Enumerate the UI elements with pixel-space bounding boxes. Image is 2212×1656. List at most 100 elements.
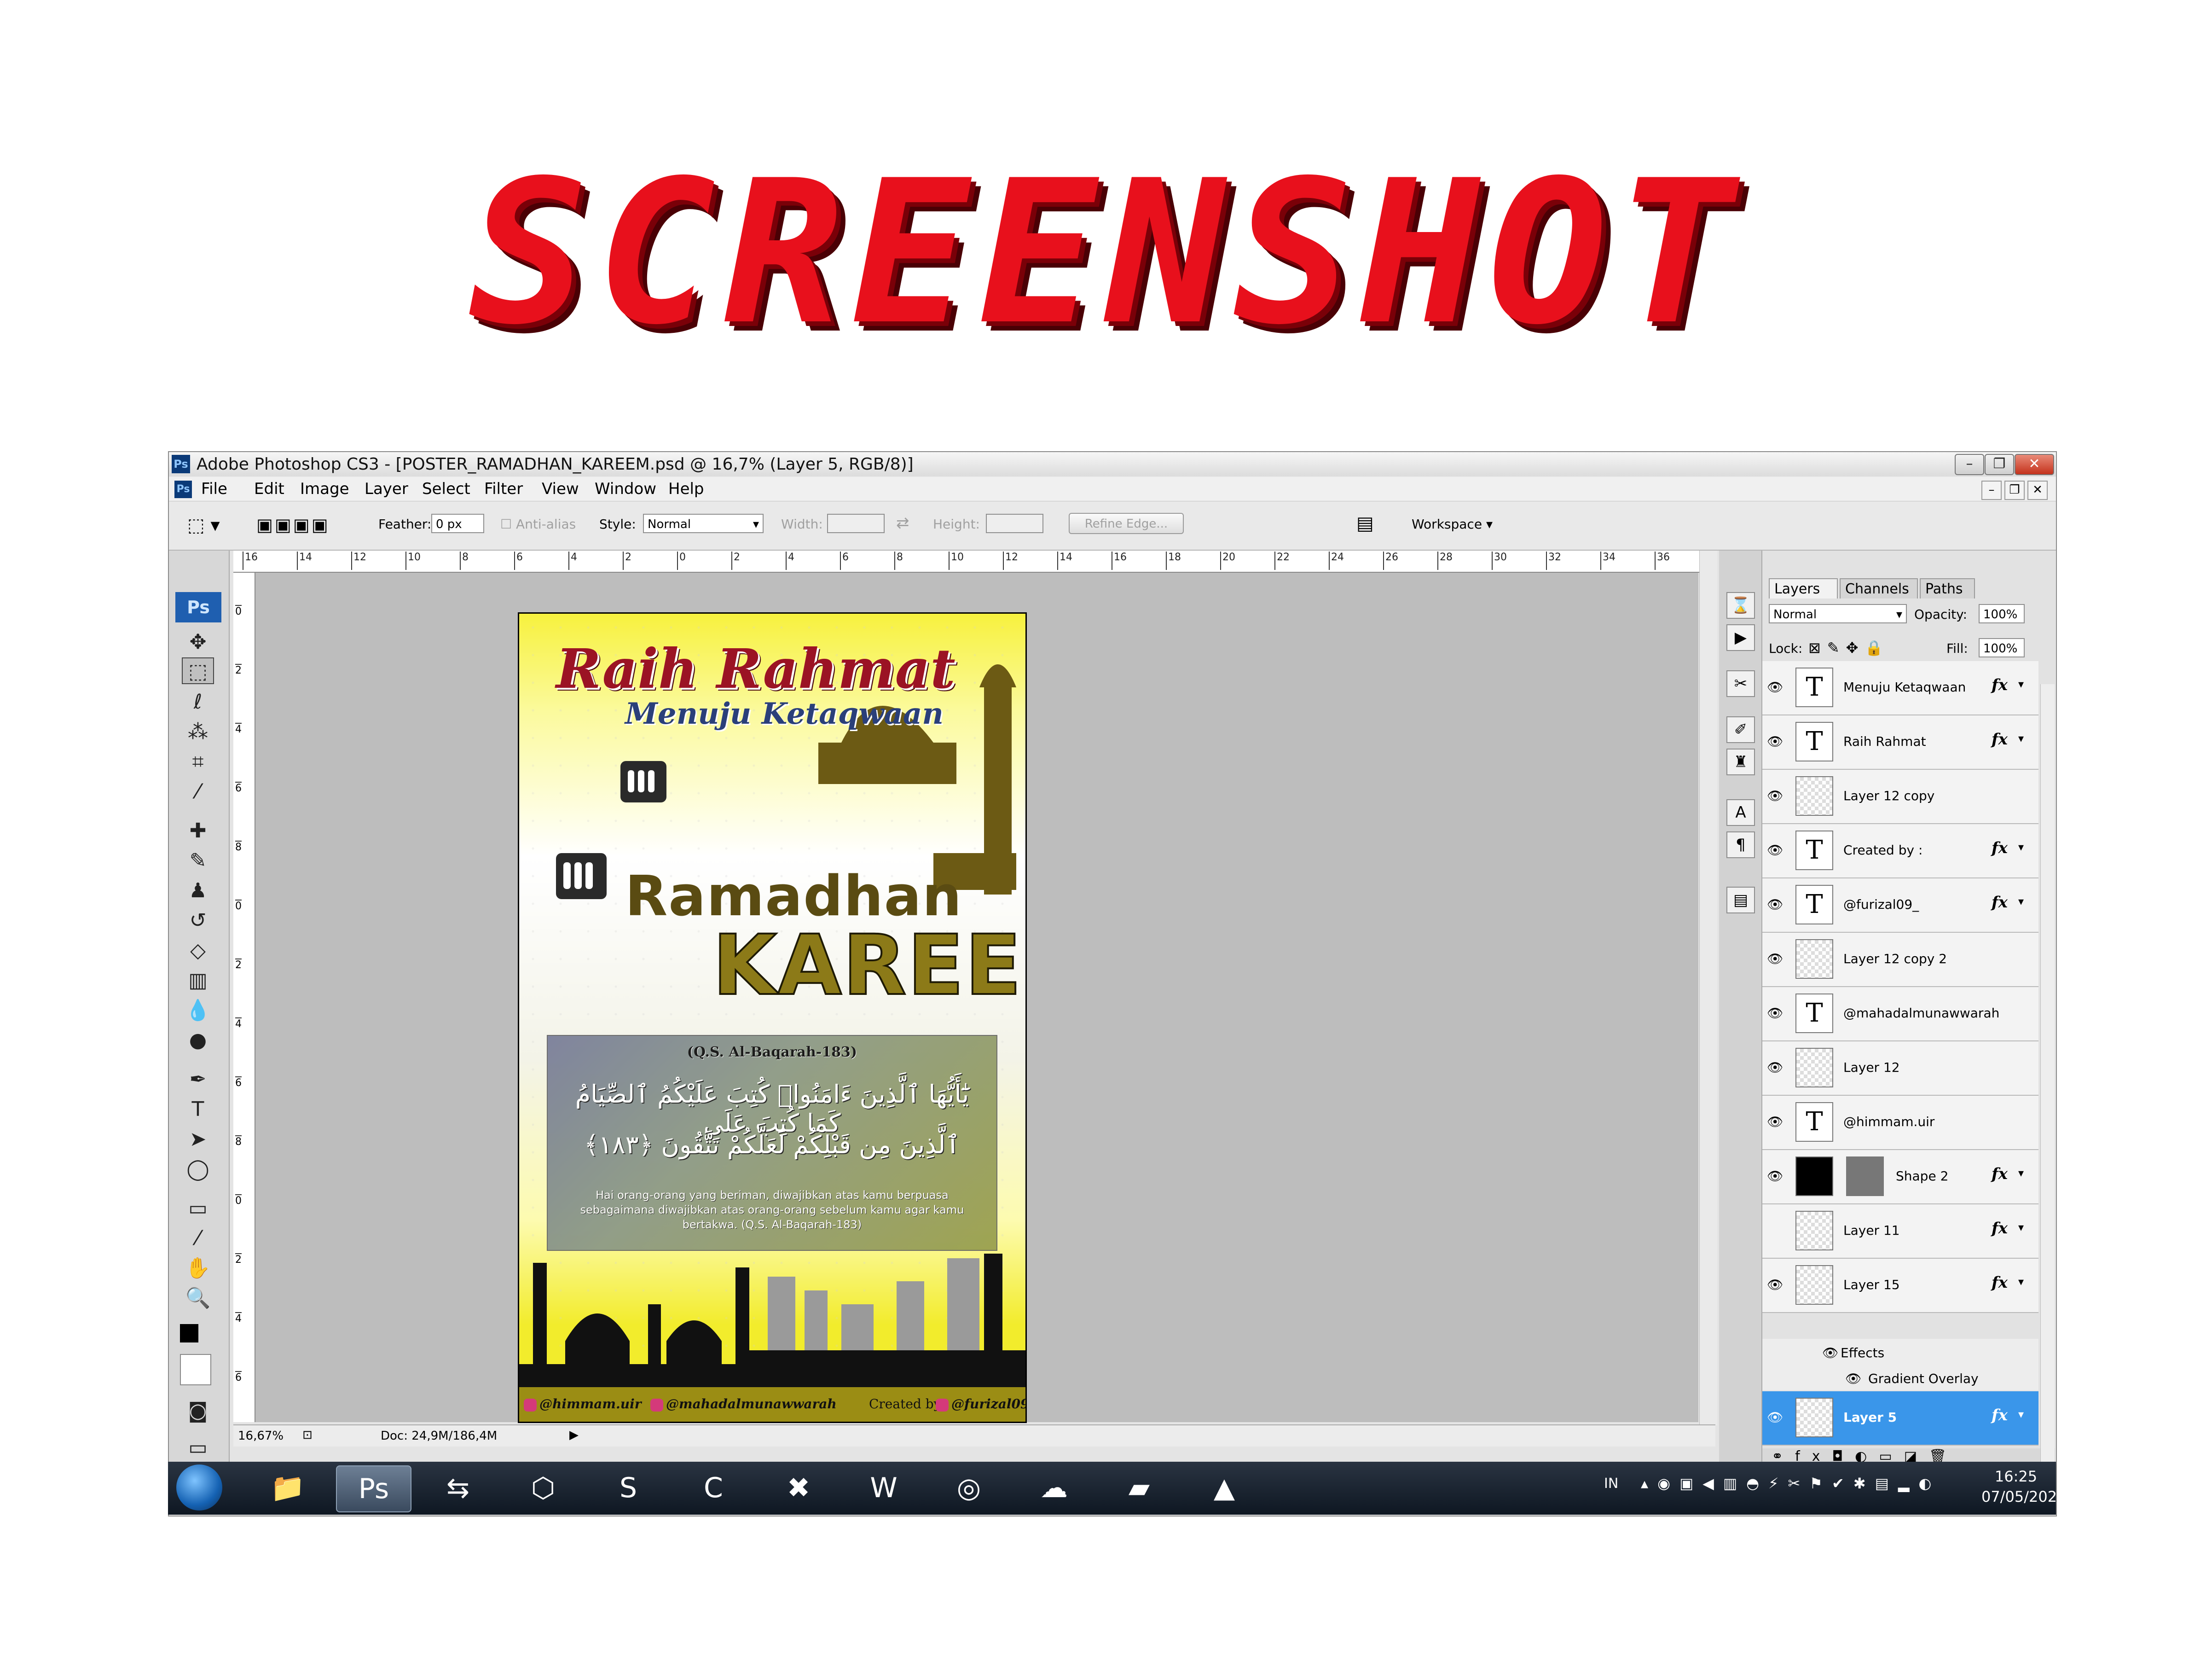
chevron-down-icon[interactable]: ▾	[2018, 1167, 2024, 1180]
clock[interactable]: 16:25 07/05/2020	[1981, 1466, 2066, 1507]
notes-tool-icon[interactable]: ▭	[182, 1195, 214, 1222]
layer-row[interactable]: 👁 T Menuju Ketaqwaan fx ▾	[1762, 661, 2038, 715]
actions-panel-icon[interactable]: ▶	[1726, 624, 1755, 651]
tab-layers[interactable]: Layers ✕	[1769, 578, 1838, 617]
menu-image[interactable]: Image	[300, 480, 349, 498]
sublime-icon[interactable]: S	[591, 1465, 665, 1511]
selection-mode-icons[interactable]: ▣▣▣▣	[256, 515, 330, 535]
brushes-panel-icon[interactable]: ✐	[1726, 716, 1755, 743]
fx-icon[interactable]: fx	[1992, 1406, 2008, 1424]
fx-icon[interactable]: fx	[1992, 893, 2008, 912]
ccleaner-icon[interactable]: C	[677, 1465, 750, 1511]
tab-channels[interactable]: Channels	[1840, 578, 1918, 598]
bridge-icon[interactable]: ▤	[1356, 513, 1374, 534]
file-explorer-icon[interactable]: 📁	[251, 1465, 324, 1511]
ellipse-tool-icon[interactable]: ◯	[182, 1156, 214, 1183]
teamviewer-icon[interactable]: ⇆	[421, 1465, 495, 1511]
word-icon[interactable]: W	[847, 1465, 921, 1511]
menu-view[interactable]: View	[542, 480, 579, 498]
chevron-down-icon[interactable]: ▾	[2018, 1221, 2024, 1234]
gradient-tool-icon[interactable]: ▥	[182, 967, 214, 994]
maximize-button[interactable]: ❐	[1985, 454, 2014, 475]
cloud-icon[interactable]: ☁	[1017, 1465, 1091, 1511]
visibility-toggle[interactable]	[1767, 1223, 1785, 1237]
eyedropper-icon[interactable]: ⁄	[182, 1225, 214, 1252]
eye-icon[interactable]: 👁	[1845, 1371, 1862, 1386]
eye-icon[interactable]: 👁	[1767, 843, 1785, 858]
workspace-menu[interactable]: Workspace ▾	[1412, 517, 1493, 532]
chevron-down-icon[interactable]: ▾	[2018, 1408, 2024, 1421]
effect-item-row[interactable]: 👁 Gradient Overlay	[1762, 1365, 2038, 1390]
folder-icon[interactable]: ▰	[1102, 1465, 1176, 1511]
move-tool-icon[interactable]: ✥	[182, 629, 214, 656]
history-brush-icon[interactable]: ↺	[182, 907, 214, 934]
menu-select[interactable]: Select	[422, 480, 470, 498]
eye-icon[interactable]: 👁	[1767, 897, 1785, 912]
start-button[interactable]	[176, 1464, 222, 1511]
layer-row[interactable]: 👁 T @mahadalmunawwarah	[1762, 987, 2038, 1041]
style-select[interactable]: Normal ▾	[643, 514, 764, 533]
screen-mode-icon[interactable]: ▭	[182, 1435, 214, 1461]
chevron-down-icon[interactable]: ▾	[2018, 678, 2024, 691]
tool-presets-icon[interactable]: ✂	[1726, 670, 1755, 697]
layer-row[interactable]: 👁 T @himmam.uir	[1762, 1096, 2038, 1150]
eye-icon[interactable]: 👁	[1767, 788, 1785, 803]
menu-layer[interactable]: Layer	[365, 480, 408, 498]
layer-comps-icon[interactable]: ▤	[1726, 887, 1755, 913]
photoshop-logo-icon[interactable]: Ps	[175, 592, 221, 622]
language-indicator[interactable]: IN	[1604, 1476, 1618, 1492]
chrome-icon[interactable]: ◎	[932, 1465, 1006, 1511]
zoom-tool-icon[interactable]: 🔍	[182, 1285, 214, 1312]
layer-row[interactable]: 👁 Layer 12 copy	[1762, 770, 2038, 824]
fx-icon[interactable]: fx	[1992, 676, 2008, 694]
lock-icons[interactable]: ⊠✎✥🔒	[1808, 639, 1889, 657]
pen-tool-icon[interactable]: ✒	[182, 1066, 214, 1093]
doc-restore-button[interactable]: ❐	[2004, 481, 2025, 500]
doc-close-button[interactable]: ✕	[2027, 481, 2048, 500]
swap-icon[interactable]: ⇄	[896, 514, 909, 532]
fx-icon[interactable]: fx	[1992, 730, 2008, 749]
quick-mask-icon[interactable]: ◙	[182, 1398, 214, 1424]
blur-tool-icon[interactable]: 💧	[182, 997, 214, 1024]
layer-row-selected[interactable]: 👁 Layer 5 fx ▾	[1762, 1391, 2038, 1446]
eye-icon[interactable]: 👁	[1767, 1060, 1785, 1075]
menu-help[interactable]: Help	[668, 480, 704, 498]
magic-wand-icon[interactable]: ⁂	[182, 719, 214, 745]
chevron-down-icon[interactable]: ▾	[2018, 1275, 2024, 1288]
eraser-tool-icon[interactable]: ◇	[182, 937, 214, 964]
opacity-input[interactable]: 100%	[1979, 604, 2025, 623]
width-input[interactable]	[827, 514, 885, 533]
fx-icon[interactable]: fx	[1992, 1219, 2008, 1238]
zoom-level[interactable]: 16,67%	[238, 1429, 284, 1443]
close-button[interactable]: ✕	[2015, 454, 2054, 475]
doc-minimize-button[interactable]: –	[1981, 481, 2002, 500]
layer-row[interactable]: 👁 Layer 12	[1762, 1041, 2038, 1096]
anti-alias-checkbox[interactable]: ☐ Anti-alias	[500, 517, 576, 532]
eye-icon[interactable]: 👁	[1767, 734, 1785, 749]
title-bar[interactable]: Ps Adobe Photoshop CS3 - [POSTER_RAMADHA…	[169, 452, 2056, 476]
tab-paths[interactable]: Paths	[1920, 578, 1975, 598]
blend-mode-select[interactable]: Normal ▾	[1769, 604, 1907, 623]
menu-filter[interactable]: Filter	[484, 480, 523, 498]
refine-edge-button[interactable]: Refine Edge...	[1069, 513, 1184, 534]
crop-tool-icon[interactable]: ⌗	[182, 749, 214, 775]
eye-icon[interactable]: 👁	[1767, 951, 1785, 966]
eye-icon[interactable]: 👁	[1767, 1410, 1785, 1425]
eye-icon[interactable]: 👁	[1767, 1114, 1785, 1129]
marquee-tool-preset-icon[interactable]: ⬚ ▾	[187, 515, 220, 536]
hand-tool-icon[interactable]: ✋	[182, 1255, 214, 1282]
fx-icon[interactable]: fx	[1992, 1165, 2008, 1183]
lasso-tool-icon[interactable]: ℓ	[182, 689, 214, 715]
character-panel-icon[interactable]: A	[1726, 799, 1755, 826]
clone-source-icon[interactable]: ♜	[1726, 749, 1755, 775]
poster-canvas[interactable]: Raih Rahmat Menuju Ketaqwaan Ramadhan KA…	[518, 612, 1027, 1423]
layer-row[interactable]: 👁 T @furizal09_ fx ▾	[1762, 878, 2038, 933]
height-input[interactable]	[986, 514, 1043, 533]
layer-row[interactable]: 👁 Shape 2 fx ▾	[1762, 1150, 2038, 1204]
dodge-tool-icon[interactable]: ●	[182, 1027, 214, 1054]
layer-row[interactable]: 👁 Layer 15 fx ▾	[1762, 1259, 2038, 1313]
layer-row[interactable]: 👁 Layer 12 copy 2	[1762, 933, 2038, 987]
minimize-button[interactable]: –	[1955, 454, 1984, 475]
xampp-icon[interactable]: ✖	[762, 1465, 835, 1511]
eye-icon[interactable]: 👁	[1767, 1005, 1785, 1021]
